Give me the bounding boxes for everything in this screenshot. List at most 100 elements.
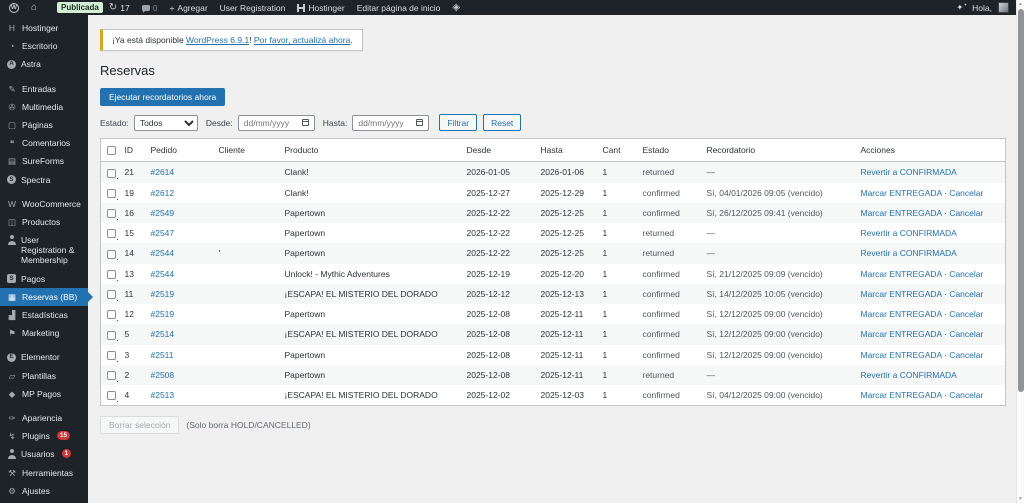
- order-link[interactable]: #2612: [151, 188, 175, 198]
- action-link-marcar-entregada[interactable]: Marcar ENTREGADA: [861, 269, 942, 279]
- row-checkbox[interactable]: [107, 169, 116, 178]
- sidebar-item-usuarios[interactable]: Usuarios1: [0, 445, 88, 463]
- order-link[interactable]: #2549: [151, 208, 175, 218]
- wordpress-update-link[interactable]: WordPress 6.9.1: [186, 35, 249, 45]
- reset-button[interactable]: Reset: [483, 114, 521, 131]
- action-link-cancelar[interactable]: Cancelar: [949, 329, 983, 339]
- action-link-revertir-a-confirmada[interactable]: Revertir a CONFIRMADA: [861, 248, 957, 258]
- sidebar-item-ajustes[interactable]: ⚙Ajustes: [0, 482, 88, 500]
- howdy-label[interactable]: Hola,: [972, 3, 992, 13]
- row-checkbox[interactable]: [107, 209, 116, 218]
- sidebar-item-entradas[interactable]: ✎Entradas: [0, 80, 88, 98]
- sidebar-item-pagos[interactable]: SPagos: [0, 270, 88, 288]
- action-link-marcar-entregada[interactable]: Marcar ENTREGADA: [861, 390, 942, 400]
- sidebar-item-elementor[interactable]: EElementor: [0, 348, 88, 366]
- scrollbar-thumb[interactable]: [1018, 9, 1024, 392]
- sidebar-item-spectra[interactable]: SSpectra: [0, 171, 88, 189]
- row-checkbox[interactable]: [107, 391, 116, 400]
- hasta-date-input[interactable]: [358, 118, 408, 128]
- row-checkbox[interactable]: [107, 351, 116, 360]
- action-link-revertir-a-confirmada[interactable]: Revertir a CONFIRMADA: [861, 167, 957, 177]
- action-link-revertir-a-confirmada[interactable]: Revertir a CONFIRMADA: [861, 370, 957, 380]
- comments-button[interactable]: 0: [136, 0, 164, 15]
- action-link-marcar-entregada[interactable]: Marcar ENTREGADA: [861, 309, 942, 319]
- page-scrollbar[interactable]: ▲ ▼: [1016, 0, 1024, 503]
- row-checkbox[interactable]: [107, 189, 116, 198]
- update-now-link[interactable]: Por favor, actualizá ahora: [254, 35, 350, 45]
- action-link-cancelar[interactable]: Cancelar: [949, 208, 983, 218]
- order-link[interactable]: #2513: [151, 390, 175, 400]
- select-all-checkbox[interactable]: [107, 146, 116, 155]
- sidebar-item-sureforms[interactable]: ▤SureForms: [0, 152, 88, 170]
- sidebar-item-reservas[interactable]: ▦Reservas (BB): [0, 288, 88, 306]
- ai-sparkle-icon[interactable]: ✦: [956, 3, 966, 12]
- row-checkbox[interactable]: [107, 310, 116, 319]
- sidebar-item-multimedia[interactable]: ✇Multimedia: [0, 98, 88, 116]
- sidebar-item-astra[interactable]: AAstra: [0, 55, 88, 73]
- action-link-cancelar[interactable]: Cancelar: [949, 188, 983, 198]
- hostinger-menu[interactable]: Hostinger: [291, 0, 350, 15]
- sidebar-item-plantillas[interactable]: ▱Plantillas: [0, 367, 88, 385]
- order-link[interactable]: #2614: [151, 167, 175, 177]
- action-link-cancelar[interactable]: Cancelar: [949, 350, 983, 360]
- desde-date-input[interactable]: [244, 118, 294, 128]
- run-reminders-button[interactable]: Ejecutar recordatorios ahora: [100, 88, 225, 106]
- edit-homepage-button[interactable]: Editar página de inicio: [351, 0, 447, 15]
- desde-datefield[interactable]: [238, 115, 315, 131]
- hasta-datefield[interactable]: [352, 115, 429, 131]
- action-link-marcar-entregada[interactable]: Marcar ENTREGADA: [861, 188, 942, 198]
- row-checkbox[interactable]: [107, 250, 116, 259]
- filtrar-button[interactable]: Filtrar: [439, 114, 477, 131]
- order-link[interactable]: #2519: [151, 289, 175, 299]
- order-link[interactable]: #2511: [151, 350, 174, 360]
- sidebar-item-comentarios[interactable]: ❝Comentarios: [0, 134, 88, 152]
- elementor-finder-button[interactable]: ◈: [446, 0, 466, 15]
- action-link-marcar-entregada[interactable]: Marcar ENTREGADA: [861, 208, 942, 218]
- sidebar-item-mp-pagos[interactable]: ◆MP Pagos: [0, 385, 88, 403]
- action-link-marcar-entregada[interactable]: Marcar ENTREGADA: [861, 289, 942, 299]
- user-registration-menu[interactable]: User Registration: [214, 0, 292, 15]
- row-checkbox[interactable]: [107, 290, 116, 299]
- row-checkbox[interactable]: [107, 229, 116, 238]
- new-content-button[interactable]: + Agregar: [163, 0, 213, 15]
- table-row: 11#2519¡ESCAPA! EL MISTERIO DEL DORADO20…: [101, 284, 1006, 304]
- sidebar-item-escritorio[interactable]: ◔Escritorio: [0, 37, 88, 55]
- scroll-up-arrow-icon[interactable]: ▲: [1017, 1, 1024, 7]
- calendar-icon[interactable]: [302, 119, 309, 126]
- delete-selection-button[interactable]: Borrar selección: [100, 416, 179, 434]
- row-checkbox[interactable]: [107, 331, 116, 340]
- calendar-icon[interactable]: [416, 119, 423, 126]
- visit-site-button[interactable]: ⌂: [25, 0, 43, 15]
- scroll-down-arrow-icon[interactable]: ▼: [1017, 496, 1024, 502]
- action-link-cancelar[interactable]: Cancelar: [949, 269, 983, 279]
- action-link-marcar-entregada[interactable]: Marcar ENTREGADA: [861, 350, 942, 360]
- sidebar-item-productos[interactable]: ◫Productos: [0, 213, 88, 231]
- row-checkbox[interactable]: [107, 270, 116, 279]
- column-header-cliente: Cliente: [213, 139, 279, 162]
- order-link[interactable]: #2544: [151, 269, 175, 279]
- updates-button[interactable]: ↻ 17: [103, 0, 136, 15]
- estado-select[interactable]: Todos: [134, 115, 198, 131]
- sidebar-item-hostinger[interactable]: HHostinger: [0, 19, 88, 37]
- action-link-cancelar[interactable]: Cancelar: [949, 289, 983, 299]
- action-link-marcar-entregada[interactable]: Marcar ENTREGADA: [861, 329, 942, 339]
- order-link[interactable]: #2547: [151, 228, 175, 238]
- sidebar-item-estadisticas[interactable]: ▟Estadísticas: [0, 306, 88, 324]
- sidebar-item-marketing[interactable]: ⚑Marketing: [0, 324, 88, 342]
- action-link-revertir-a-confirmada[interactable]: Revertir a CONFIRMADA: [861, 228, 957, 238]
- sidebar-item-herramientas[interactable]: ⚒Herramientas: [0, 464, 88, 482]
- order-link[interactable]: #2514: [151, 329, 175, 339]
- sidebar-item-user-registration[interactable]: User Registration & Membership: [0, 231, 88, 270]
- sidebar-item-paginas[interactable]: ▢Páginas: [0, 116, 88, 134]
- user-avatar[interactable]: [998, 2, 1009, 13]
- sidebar-item-woocommerce[interactable]: WWooCommerce: [0, 195, 88, 213]
- order-link[interactable]: #2519: [151, 309, 175, 319]
- order-link[interactable]: #2544: [151, 248, 175, 258]
- row-checkbox[interactable]: [107, 371, 116, 380]
- sidebar-item-apariencia[interactable]: ✑Apariencia: [0, 409, 88, 427]
- action-link-cancelar[interactable]: Cancelar: [949, 390, 983, 400]
- order-link[interactable]: #2508: [151, 370, 175, 380]
- wordpress-menu[interactable]: W: [3, 0, 25, 15]
- sidebar-item-plugins[interactable]: ↯Plugins15: [0, 427, 88, 445]
- action-link-cancelar[interactable]: Cancelar: [949, 309, 983, 319]
